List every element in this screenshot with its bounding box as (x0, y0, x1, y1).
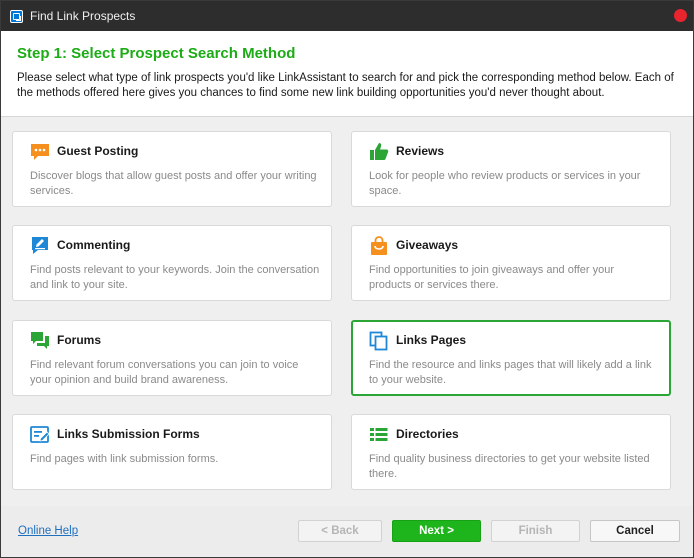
method-title: Giveaways (396, 238, 459, 252)
method-card-directories[interactable]: Directories Find quality business direct… (351, 414, 671, 490)
method-description: Find pages with link submission forms. (30, 453, 219, 465)
thumbs-up-icon (370, 143, 389, 160)
method-description: Find posts relevant to your keywords. Jo… (30, 264, 320, 291)
step-description: Please select what type of link prospect… (17, 72, 674, 99)
method-title: Reviews (396, 144, 445, 158)
method-title: Directories (396, 427, 459, 441)
method-card-forums[interactable]: Forums Find relevant forum conversations… (12, 320, 332, 396)
method-description: Discover blogs that allow guest posts an… (30, 170, 317, 197)
list-icon (370, 428, 388, 441)
method-card-reviews[interactable]: Reviews Look for people who review produ… (351, 131, 671, 207)
method-title: Commenting (57, 238, 131, 252)
method-card-commenting[interactable]: Commenting Find posts relevant to your k… (12, 225, 332, 301)
method-card-links-pages[interactable]: Links Pages Find the resource and links … (351, 320, 671, 396)
find-link-prospects-window: Find Link Prospects Step 1: Select Prosp… (0, 0, 694, 558)
method-title: Guest Posting (57, 144, 139, 158)
method-description: Find quality business directories to get… (369, 453, 650, 480)
window-title: Find Link Prospects (30, 9, 136, 23)
speech-bubble-icon (31, 144, 49, 160)
method-description: Find relevant forum conversations you ca… (30, 359, 299, 386)
method-description: Look for people who review products or s… (369, 170, 641, 197)
online-help-link[interactable]: Online Help (18, 525, 78, 537)
next-button[interactable]: Next > (392, 520, 481, 542)
app-icon (10, 9, 23, 23)
pencil-comment-icon (32, 237, 48, 254)
form-edit-icon (30, 426, 50, 443)
method-card-giveaways[interactable]: Giveaways Find opportunities to join giv… (351, 225, 671, 301)
method-title: Links Submission Forms (57, 427, 200, 441)
cancel-button[interactable]: Cancel (590, 520, 680, 542)
method-description: Find opportunities to join giveaways and… (369, 264, 614, 291)
shopping-bag-icon (371, 236, 387, 255)
title-bar[interactable]: Find Link Prospects (1, 1, 693, 31)
method-title: Links Pages (396, 333, 467, 347)
method-card-links-submission-forms[interactable]: Links Submission Forms Find pages with l… (12, 414, 332, 490)
copy-pages-icon (369, 331, 388, 351)
method-card-guest-posting[interactable]: Guest Posting Discover blogs that allow … (12, 131, 332, 207)
footer-bar: Online Help < Back Next > Finish Cancel (1, 506, 693, 557)
step-title: Step 1: Select Prospect Search Method (17, 45, 296, 62)
method-title: Forums (57, 333, 102, 347)
close-button[interactable] (674, 9, 687, 22)
finish-button[interactable]: Finish (491, 520, 580, 542)
forum-bubbles-icon (31, 332, 49, 349)
back-button[interactable]: < Back (298, 520, 382, 542)
method-description: Find the resource and links pages that w… (369, 359, 652, 386)
header-panel: Step 1: Select Prospect Search Method Pl… (1, 31, 693, 117)
